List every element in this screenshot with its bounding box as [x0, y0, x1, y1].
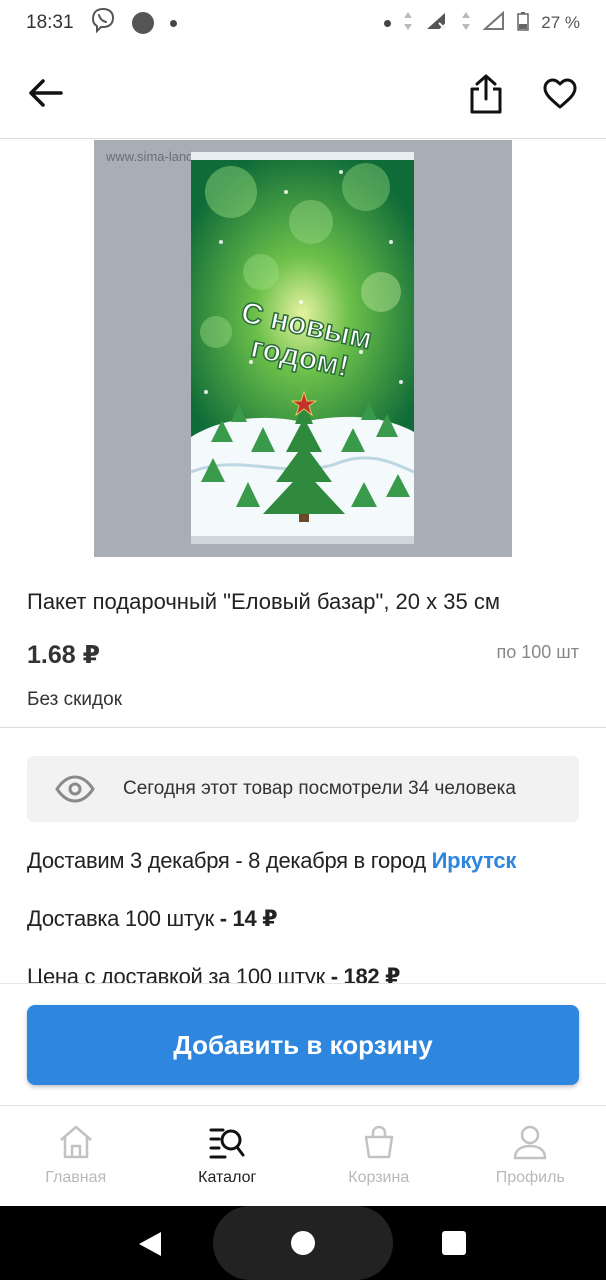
nav-item-profile[interactable]: Профиль	[455, 1106, 606, 1206]
nav-label: Главная	[45, 1169, 107, 1186]
profile-icon	[514, 1125, 547, 1160]
favorite-button[interactable]	[536, 70, 584, 118]
signal-icon	[425, 11, 449, 36]
price-per-unit: по 100 шт	[496, 642, 579, 662]
bottom-navigation: Главная Каталог Корзина Профиль	[0, 1105, 606, 1206]
nav-label: Профиль	[495, 1169, 565, 1186]
delivery-cost-label: Доставка 100 штук	[27, 906, 220, 931]
back-button[interactable]	[20, 69, 72, 117]
delivery-cost-value: - 14 ₽	[219, 906, 278, 931]
eye-icon	[55, 775, 95, 803]
views-info-box: Сегодня этот товар посмотрели 34 человек…	[27, 756, 579, 822]
price-with-delivery: Цена с доставкой за 100 штук - 182 ₽	[27, 964, 400, 984]
discount-status: Без скидок	[27, 689, 122, 710]
nav-item-cart[interactable]: Корзина	[303, 1106, 455, 1206]
product-title: Пакет подарочный "Еловый базар", 20 х 35…	[27, 589, 500, 614]
small-dot-icon	[169, 19, 177, 27]
views-text: Сегодня этот товар посмотрели 34 человек…	[123, 778, 516, 799]
heart-icon	[543, 78, 577, 109]
top-app-bar	[0, 46, 606, 139]
add-to-cart-button[interactable]: Добавить в корзину	[27, 1005, 579, 1085]
signal-icon	[482, 10, 505, 36]
divider	[0, 727, 606, 728]
system-recents-icon[interactable]	[442, 1231, 466, 1255]
notification-dot-icon	[131, 12, 154, 34]
nav-item-catalog[interactable]: Каталог	[152, 1106, 304, 1206]
nav-item-home[interactable]: Главная	[0, 1106, 152, 1206]
data-arrows-icon	[461, 11, 471, 36]
gift-bag-picture: С новым годом!	[191, 152, 414, 544]
share-button[interactable]	[462, 68, 510, 120]
product-image[interactable]: www.sima-land.ru С новым годом!	[94, 140, 512, 557]
delivery-dates-text: Доставим 3 декабря - 8 декабря в город	[27, 848, 432, 873]
back-arrow-icon	[29, 79, 63, 107]
nav-label: Каталог	[198, 1169, 257, 1186]
battery-icon	[517, 11, 529, 36]
cart-button-area: Добавить в корзину	[0, 983, 606, 1105]
cart-bag-icon	[364, 1125, 393, 1159]
catalog-search-icon	[209, 1128, 245, 1159]
city-link[interactable]: Иркутск	[432, 848, 517, 873]
price-with-delivery-label: Цена с доставкой за 100 штук	[27, 964, 331, 984]
viber-icon	[90, 7, 116, 39]
battery-percent: 27 %	[541, 13, 580, 32]
price-with-delivery-value: - 182 ₽	[330, 964, 401, 984]
system-back-icon[interactable]	[137, 1230, 163, 1258]
system-home-icon[interactable]	[291, 1231, 315, 1255]
home-icon	[59, 1125, 92, 1159]
share-icon	[470, 74, 502, 114]
delivery-dates: Доставим 3 декабря - 8 декабря в город И…	[27, 848, 516, 874]
product-price: 1.68 ₽	[27, 641, 100, 669]
small-dot-icon	[384, 19, 392, 27]
status-bar: 18:31 27 %	[0, 0, 606, 46]
delivery-cost: Доставка 100 штук - 14 ₽	[27, 906, 278, 932]
nav-label: Корзина	[348, 1169, 410, 1186]
status-time: 18:31	[26, 12, 74, 33]
data-arrows-icon	[403, 11, 413, 36]
system-navigation-bar	[0, 1206, 606, 1280]
